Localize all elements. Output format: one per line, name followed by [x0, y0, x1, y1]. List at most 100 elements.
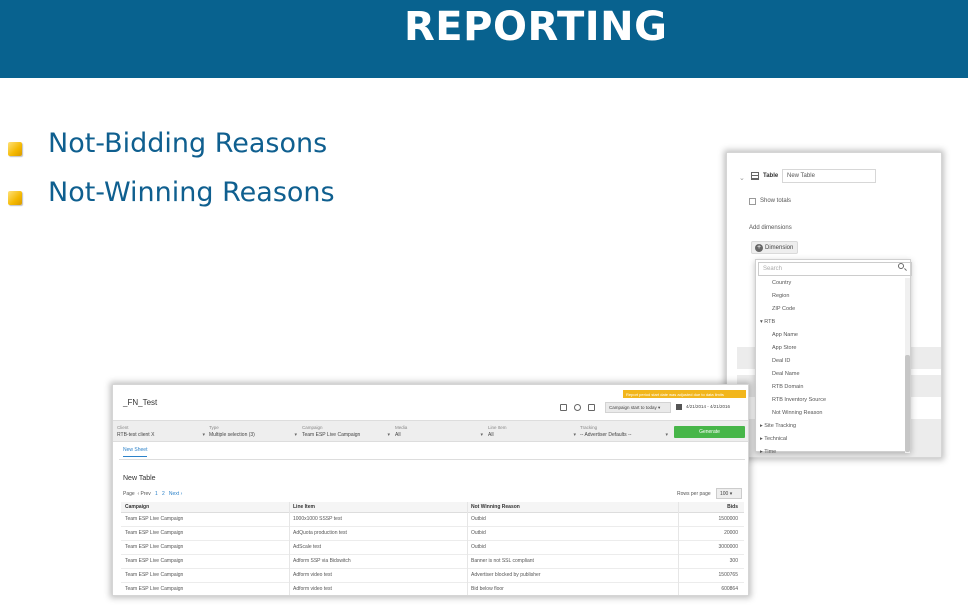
table-cell: Adform video test [293, 572, 332, 578]
filter-type[interactable]: Type Multiple selection (3) ▾ [209, 425, 297, 439]
table-name-input[interactable]: New Table [782, 169, 876, 183]
slide: REPORTING Not-Bidding Reasons Not-Winnin… [0, 0, 968, 615]
date-range-select[interactable]: Campaign start to today ▾ [605, 402, 671, 413]
filter-label: Media [395, 425, 408, 430]
header-band: REPORTING [0, 0, 968, 78]
table-row: Team ESP Live Campaign Adform SSP via Bi… [121, 555, 744, 569]
filter-tracking[interactable]: Tracking -- Advertiser Defaults -- ▾ [580, 425, 668, 439]
filter-label: Client [117, 425, 129, 430]
column-header[interactable]: Line Item [293, 504, 315, 510]
rows-per-page-label: Rows per page [677, 491, 711, 497]
dimension-group-rtb[interactable]: ▾ RTB [760, 319, 775, 325]
filter-value: Team ESP Live Campaign [302, 432, 361, 438]
prev-page-link[interactable]: Prev [141, 491, 151, 497]
plus-icon: + [755, 244, 763, 252]
filter-campaign[interactable]: Campaign Team ESP Live Campaign ▾ [302, 425, 390, 439]
dimension-option[interactable]: App Store [772, 345, 796, 351]
table-cell: Banner is not SSL compliant [471, 558, 534, 564]
dimension-option[interactable]: Region [772, 293, 789, 299]
bullet-item: Not-Bidding Reasons [8, 128, 327, 159]
table-cell: Adform video test [293, 586, 332, 592]
date-range-text[interactable]: 4/21/2014 - 4/21/2016 [686, 404, 730, 409]
filter-bar: Client RTB-test client X ▾ Type Multiple… [113, 420, 748, 442]
column-divider [289, 502, 290, 595]
bullet-item: Not-Winning Reasons [8, 177, 335, 208]
dimension-option[interactable]: ZIP Code [772, 306, 795, 312]
filter-label: Line Item [488, 425, 507, 430]
table-cell: Team ESP Live Campaign [125, 572, 184, 578]
column-header[interactable]: Not Winning Reason [471, 504, 520, 510]
dimension-option[interactable]: Deal ID [772, 358, 790, 364]
warning-banner: Report period start date was adjusted du… [623, 390, 746, 398]
clock-icon[interactable] [574, 404, 581, 411]
report-screenshot: _FN_Test Report period start date was ad… [112, 384, 749, 596]
filter-value: Multiple selection (3) [209, 432, 255, 438]
report-table: Campaign Line Item Not Winning Reason Bi… [121, 502, 744, 595]
table-cell: Team ESP Live Campaign [125, 530, 184, 536]
add-dimension-button[interactable]: + Dimension [751, 241, 798, 254]
table-cell: 20000 [724, 530, 738, 536]
page-1-link[interactable]: 1 [155, 491, 158, 497]
column-header[interactable]: Bids [727, 504, 738, 510]
dimension-option[interactable]: Not Winning Reason [772, 410, 822, 416]
dimension-group[interactable]: ▸ Technical [760, 436, 787, 442]
column-divider [467, 502, 468, 595]
search-icon [898, 263, 904, 269]
dimension-search-input[interactable]: Search [758, 262, 912, 276]
table-icon [751, 172, 759, 180]
bullet-square-icon [8, 142, 22, 156]
filter-client[interactable]: Client RTB-test client X ▾ [117, 425, 205, 439]
table-header-row: Campaign Line Item Not Winning Reason Bi… [121, 502, 744, 513]
table-title: New Table [123, 475, 156, 482]
table-cell: Outbid [471, 530, 486, 536]
show-totals-label: Show totals [760, 198, 792, 204]
add-dimension-label: Dimension [765, 245, 794, 251]
report-title: _FN_Test [123, 398, 158, 407]
chevron-down-icon: ▾ [294, 432, 297, 438]
filter-label: Campaign [302, 425, 323, 430]
slide-title: REPORTING [404, 4, 668, 50]
table-row: Team ESP Live Campaign 1000x1000 SSSP te… [121, 513, 744, 527]
rows-per-page-select[interactable]: 100 ▾ [716, 488, 742, 499]
table-cell: Team ESP Live Campaign [125, 544, 184, 550]
table-cell: AdScale test [293, 544, 322, 550]
table-cell: Adform SSP via Bidswitch [293, 558, 351, 564]
dimension-panel-screenshot: ⌄ Table New Table Show totals Add dimens… [726, 152, 942, 458]
chevron-down-icon: ▾ [202, 432, 205, 438]
tab-new-sheet[interactable]: New Sheet [123, 447, 148, 457]
table-cell: Team ESP Live Campaign [125, 516, 184, 522]
filter-media[interactable]: Media All ▾ [395, 425, 483, 439]
dimension-option[interactable]: RTB Domain [772, 384, 803, 390]
dimension-group[interactable]: ▸ Site Tracking [760, 423, 796, 429]
page-2-link[interactable]: 2 [162, 491, 165, 497]
table-cell: Team ESP Live Campaign [125, 586, 184, 592]
table-cell: Team ESP Live Campaign [125, 558, 184, 564]
share-icon[interactable] [588, 404, 595, 411]
table-row: Team ESP Live Campaign AdQuota productio… [121, 527, 744, 541]
bullet-square-icon [8, 191, 22, 205]
table-cell: 3000000 [718, 544, 738, 550]
table-label: Table [763, 173, 779, 179]
bullet-text: Not-Winning Reasons [48, 177, 335, 208]
next-page-link[interactable]: Next [169, 491, 179, 497]
dimension-option[interactable]: App Name [772, 332, 798, 338]
edit-icon[interactable] [560, 404, 567, 411]
calendar-icon [676, 404, 682, 410]
filter-line-item[interactable]: Line Item All ▾ [488, 425, 576, 439]
dimension-group[interactable]: ▸ Time [760, 449, 776, 455]
scrollbar-thumb[interactable] [905, 355, 910, 452]
filter-label: Type [209, 425, 219, 430]
chevron-down-icon[interactable]: ⌄ [739, 174, 745, 182]
table-cell: Advertiser blocked by publisher [471, 572, 541, 578]
chevron-down-icon: ▾ [573, 432, 576, 438]
table-cell: 1000x1000 SSSP test [293, 516, 342, 522]
dimension-option[interactable]: RTB Inventory Source [772, 397, 826, 403]
generate-button[interactable]: Generate [674, 426, 745, 438]
dimension-option[interactable]: Country [772, 280, 791, 286]
filter-value: RTB-test client X [117, 432, 155, 438]
dimension-dropdown: Search Country Region ZIP Code ▾ RTB App… [755, 259, 912, 455]
chevron-down-icon: ▾ [387, 432, 390, 438]
show-totals-checkbox[interactable] [749, 198, 756, 205]
column-header[interactable]: Campaign [125, 504, 149, 510]
dimension-option[interactable]: Deal Name [772, 371, 800, 377]
